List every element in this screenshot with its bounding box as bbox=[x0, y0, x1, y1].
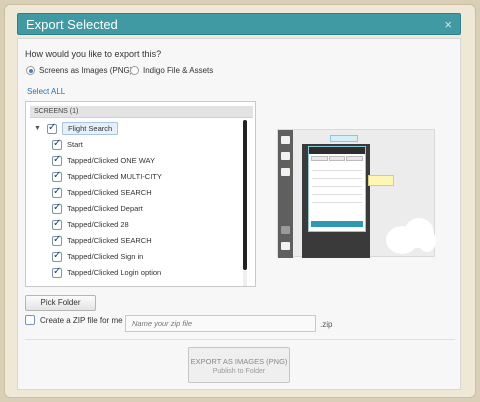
item-checkbox[interactable] bbox=[52, 202, 62, 214]
item-checkbox[interactable] bbox=[52, 266, 62, 278]
item-checkbox[interactable] bbox=[52, 218, 62, 230]
list-item-label: Tapped/Clicked SEARCH bbox=[67, 236, 152, 245]
item-checkbox[interactable] bbox=[52, 250, 62, 262]
export-button[interactable]: EXPORT AS IMAGES (PNG) Publish to Folder bbox=[188, 347, 290, 383]
preview-note bbox=[368, 175, 394, 186]
screens-header: SCREENS (1) bbox=[30, 106, 253, 118]
list-scrollbar[interactable] bbox=[243, 120, 247, 286]
preview-phone-screen bbox=[308, 146, 366, 232]
export-button-label: EXPORT AS IMAGES (PNG) bbox=[190, 357, 288, 366]
item-checkbox[interactable] bbox=[52, 138, 62, 150]
zip-extension: .zip bbox=[320, 320, 333, 329]
radio-indigo-label: Indigo File & Assets bbox=[143, 66, 214, 75]
list-item[interactable]: Tapped/Clicked 28 bbox=[52, 218, 129, 231]
item-checkbox[interactable] bbox=[52, 186, 62, 198]
preview-icon bbox=[281, 136, 290, 144]
zip-name-input[interactable] bbox=[125, 315, 316, 332]
dialog-title: Export Selected bbox=[26, 17, 118, 32]
screens-list[interactable]: SCREENS (1) ▼ Flight Search Start Tapped… bbox=[25, 101, 256, 287]
pick-folder-button[interactable]: Pick Folder bbox=[25, 295, 96, 311]
screen-preview bbox=[277, 129, 436, 258]
root-checkbox[interactable] bbox=[47, 122, 57, 134]
list-item[interactable]: Tapped/Clicked ONE WAY bbox=[52, 154, 155, 167]
list-item-label: Tapped/Clicked Depart bbox=[67, 204, 143, 213]
preview-icon bbox=[281, 152, 290, 160]
zip-option[interactable]: Create a ZIP file for me bbox=[25, 315, 123, 325]
expand-arrow-icon[interactable]: ▼ bbox=[34, 125, 42, 132]
preview-icon bbox=[281, 242, 290, 250]
list-item-label: Tapped/Clicked Login option bbox=[67, 268, 162, 277]
item-checkbox[interactable] bbox=[52, 234, 62, 246]
zip-label: Create a ZIP file for me bbox=[40, 315, 123, 325]
export-question: How would you like to export this? bbox=[25, 49, 162, 59]
list-item-label: Tapped/Clicked SEARCH bbox=[67, 188, 152, 197]
list-item[interactable]: Tapped/Clicked SEARCH bbox=[52, 234, 152, 247]
zip-checkbox[interactable] bbox=[25, 315, 35, 325]
list-item[interactable]: Tapped/Clicked SEARCH bbox=[52, 186, 152, 199]
list-item-label: Tapped/Clicked 28 bbox=[67, 220, 129, 229]
dialog-titlebar: Export Selected × bbox=[17, 13, 461, 35]
list-item-label: Tapped/Clicked ONE WAY bbox=[67, 156, 155, 165]
scrollbar-thumb[interactable] bbox=[243, 120, 247, 270]
list-item[interactable]: Tapped/Clicked Login option bbox=[52, 266, 161, 279]
radio-png-indicator[interactable] bbox=[26, 66, 35, 75]
list-item[interactable]: Start bbox=[52, 138, 83, 151]
radio-indigo[interactable]: Indigo File & Assets bbox=[130, 66, 213, 75]
list-item[interactable]: Tapped/Clicked Sign in bbox=[52, 250, 143, 263]
item-checkbox[interactable] bbox=[52, 170, 62, 182]
preview-button bbox=[330, 135, 358, 142]
dialog-body: How would you like to export this? Scree… bbox=[17, 38, 461, 390]
close-icon[interactable]: × bbox=[444, 14, 452, 35]
tree-root-label: Flight Search bbox=[62, 122, 119, 135]
list-item-label: Tapped/Clicked MULTI-CITY bbox=[67, 172, 162, 181]
list-item-label: Tapped/Clicked Sign in bbox=[67, 252, 144, 261]
item-checkbox[interactable] bbox=[52, 154, 62, 166]
preview-icon bbox=[281, 168, 290, 176]
select-all-link[interactable]: Select ALL bbox=[27, 87, 65, 96]
cloud-shape bbox=[418, 230, 436, 252]
radio-png-label: Screens as Images (PNG) bbox=[39, 66, 133, 75]
export-button-sublabel: Publish to Folder bbox=[212, 368, 266, 375]
radio-indigo-indicator[interactable] bbox=[130, 66, 139, 75]
list-item[interactable]: Tapped/Clicked MULTI-CITY bbox=[52, 170, 162, 183]
divider bbox=[25, 339, 455, 340]
list-item-label: Start bbox=[67, 140, 83, 149]
preview-sidebar bbox=[278, 130, 293, 258]
list-item[interactable]: Tapped/Clicked Depart bbox=[52, 202, 143, 215]
radio-png[interactable]: Screens as Images (PNG) bbox=[26, 66, 132, 75]
preview-icon bbox=[281, 226, 290, 234]
tree-root[interactable]: ▼ Flight Search bbox=[34, 122, 119, 135]
